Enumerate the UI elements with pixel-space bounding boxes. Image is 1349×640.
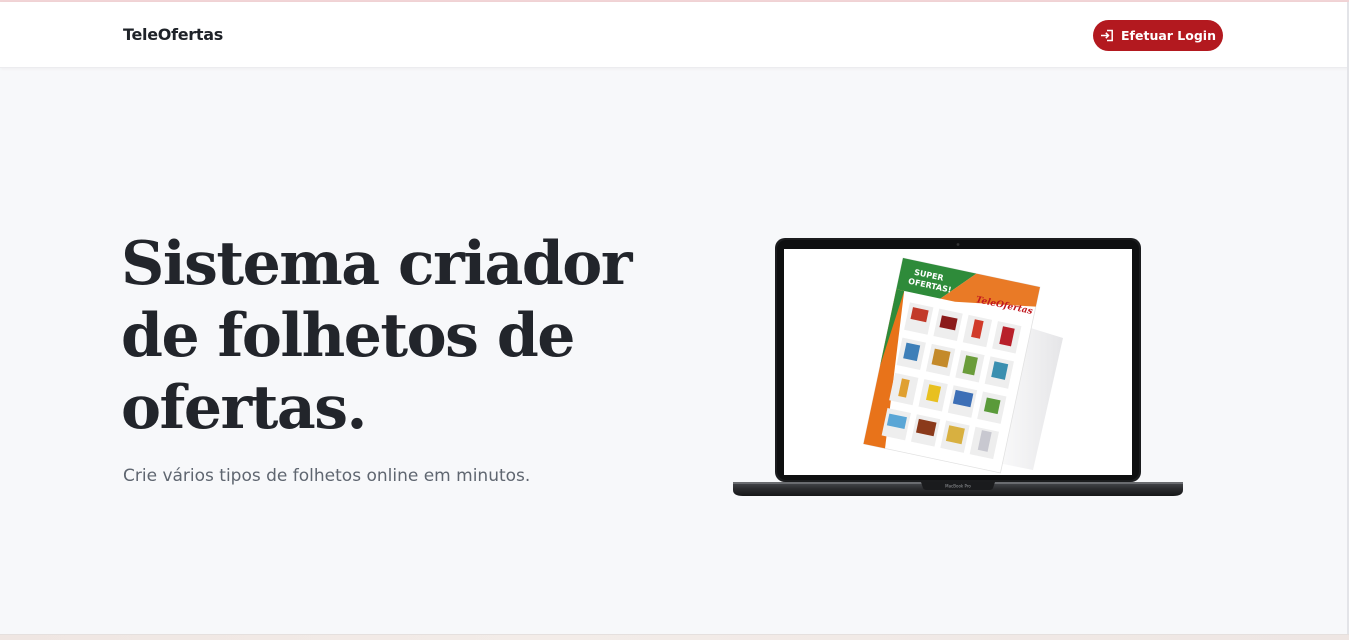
login-arrow-icon: [1100, 29, 1114, 42]
brand-logo[interactable]: TeleOfertas: [123, 25, 223, 44]
device-label: MacBook Pro: [945, 484, 971, 489]
hero-title: Sistema criador de folhetos de ofertas.: [121, 228, 681, 444]
login-button-label: Efetuar Login: [1121, 28, 1216, 43]
laptop-illustration: SUPER OFERTAS! TeleOfertas MacBook Pro: [733, 238, 1183, 500]
hero-title-line-1: Sistema criador: [121, 229, 632, 299]
top-navbar: TeleOfertas Efetuar Login: [0, 2, 1349, 68]
hero-subtitle: Crie vários tipos de folhetos online em …: [123, 466, 531, 486]
hero-title-line-2: de folhetos de: [121, 301, 575, 371]
login-button[interactable]: Efetuar Login: [1093, 20, 1223, 51]
bottom-strip: [0, 634, 1349, 640]
hero-title-line-3: ofertas.: [121, 373, 367, 443]
